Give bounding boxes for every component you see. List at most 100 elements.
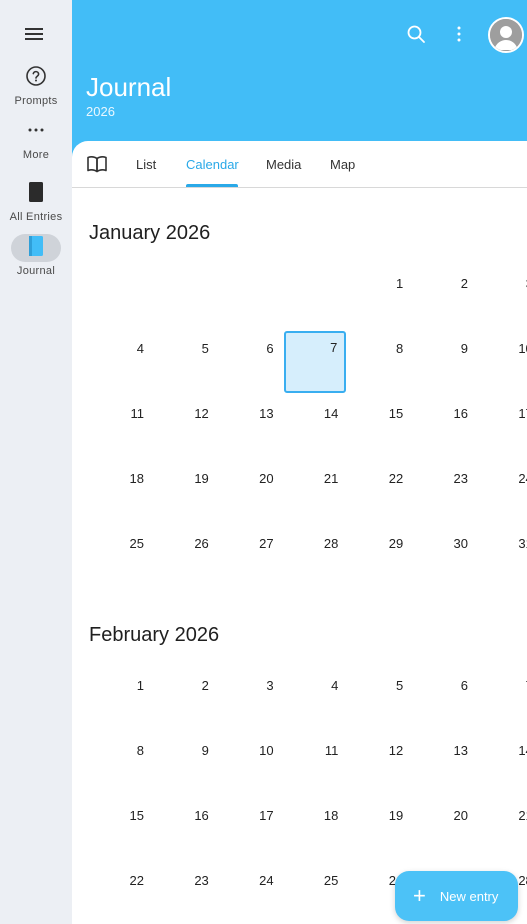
day-number: 31 — [518, 536, 527, 551]
day-cell[interactable]: 27 — [220, 526, 280, 586]
day-cell[interactable]: 16 — [414, 396, 474, 456]
day-number: 14 — [323, 406, 339, 421]
day-number: 11 — [324, 743, 339, 758]
day-cell[interactable]: 10 — [220, 733, 280, 793]
day-cell[interactable]: 4 — [90, 331, 150, 391]
day-number: 22 — [388, 471, 404, 486]
day-number: 22 — [129, 873, 144, 888]
day-cell[interactable]: 5 — [155, 331, 215, 391]
day-number: 16 — [194, 808, 209, 823]
menu-icon[interactable] — [24, 24, 44, 44]
calendar-grid: 1234567891011121314151617181920212223242… — [90, 266, 527, 591]
day-cell[interactable]: 23 — [155, 863, 215, 923]
navigation-rail: Prompts More All Entries Journal — [0, 0, 72, 924]
day-cell[interactable]: 11 — [284, 733, 344, 793]
rail-item-label: Journal — [16, 265, 56, 277]
day-cell[interactable]: 2 — [414, 266, 474, 326]
rail-item-more[interactable]: More — [0, 118, 72, 161]
day-cell[interactable]: 13 — [414, 733, 474, 793]
day-cell[interactable]: 21 — [479, 798, 527, 858]
day-cell[interactable]: 3 — [479, 266, 527, 326]
day-cell[interactable]: 1 — [349, 266, 409, 326]
day-cell[interactable]: 1 — [90, 668, 150, 728]
day-cell[interactable]: 25 — [90, 526, 150, 586]
day-cell[interactable]: 30 — [414, 526, 474, 586]
avatar[interactable] — [488, 17, 524, 53]
day-cell[interactable]: 26 — [155, 526, 215, 586]
day-cell[interactable]: 14 — [479, 733, 527, 793]
tab-calendar[interactable]: Calendar — [186, 157, 239, 172]
day-cell[interactable]: 24 — [220, 863, 280, 923]
day-cell[interactable]: 6 — [220, 331, 280, 391]
day-number: 26 — [194, 536, 209, 551]
journal-header: Journal 2026 — [72, 0, 527, 160]
day-number: 25 — [129, 536, 144, 551]
day-cell[interactable]: 19 — [349, 798, 409, 858]
day-cell[interactable]: 16 — [155, 798, 215, 858]
day-number: 8 — [395, 341, 404, 356]
day-cell[interactable]: 3 — [220, 668, 280, 728]
plus-icon: + — [413, 883, 426, 908]
tab-indicator — [186, 184, 238, 187]
day-number: 13 — [453, 743, 468, 758]
day-cell[interactable]: 21 — [284, 461, 344, 521]
day-cell[interactable]: 8 — [349, 331, 409, 391]
day-cell[interactable]: 15 — [90, 798, 150, 858]
day-cell[interactable]: 13 — [220, 396, 280, 456]
rail-item-all-entries[interactable]: All Entries — [0, 180, 72, 223]
day-cell[interactable]: 22 — [349, 461, 409, 521]
day-cell[interactable]: 8 — [90, 733, 150, 793]
day-cell-today[interactable]: 7 — [284, 331, 347, 393]
day-cell[interactable]: 25 — [284, 863, 344, 923]
day-cell[interactable]: 17 — [479, 396, 527, 456]
rail-item-journal[interactable]: Journal — [0, 234, 72, 277]
day-cell[interactable]: 9 — [155, 733, 215, 793]
rail-item-prompts[interactable]: Prompts — [0, 64, 72, 107]
day-cell[interactable]: 22 — [90, 863, 150, 923]
day-cell[interactable]: 18 — [284, 798, 344, 858]
day-number: 10 — [259, 743, 274, 758]
page-title: Journal — [86, 72, 172, 102]
day-cell[interactable]: 6 — [414, 668, 474, 728]
day-cell[interactable]: 18 — [90, 461, 150, 521]
day-cell[interactable]: 20 — [220, 461, 280, 521]
book-open-icon[interactable] — [86, 153, 108, 175]
day-cell[interactable]: 29 — [349, 526, 409, 586]
tab-media[interactable]: Media — [266, 157, 301, 172]
day-cell[interactable]: 12 — [349, 733, 409, 793]
new-entry-button[interactable]: + New entry — [395, 871, 518, 921]
day-cell[interactable]: 17 — [220, 798, 280, 858]
week-row: 1 2 3 4 5 67 — [90, 668, 527, 733]
day-number: 12 — [388, 743, 404, 758]
day-number: 13 — [259, 406, 274, 421]
more-vertical-icon[interactable] — [447, 22, 471, 46]
tab-map[interactable]: Map — [330, 157, 355, 172]
day-cell[interactable]: 31 — [479, 526, 527, 586]
day-cell[interactable]: 24 — [479, 461, 527, 521]
day-cell[interactable]: 4 — [284, 668, 344, 728]
day-cell[interactable]: 2 — [155, 668, 215, 728]
day-cell[interactable]: 7 — [479, 668, 527, 728]
day-number: 6 — [460, 678, 468, 693]
day-cell[interactable]: 19 — [155, 461, 215, 521]
day-number: 2 — [460, 276, 468, 291]
day-cell[interactable]: 11 — [90, 396, 150, 456]
day-number: 20 — [453, 808, 468, 823]
day-number: 17 — [259, 808, 274, 823]
day-cell[interactable]: 28 — [284, 526, 344, 586]
day-cell[interactable]: 12 — [155, 396, 215, 456]
day-cell[interactable]: 20 — [414, 798, 474, 858]
day-number: 28 — [323, 536, 339, 551]
day-cell[interactable]: 9 — [414, 331, 474, 391]
day-cell[interactable]: 14 — [284, 396, 344, 456]
day-number: 24 — [518, 471, 527, 486]
day-cell[interactable]: 23 — [414, 461, 474, 521]
search-icon[interactable] — [404, 22, 428, 46]
day-cell[interactable]: 5 — [349, 668, 409, 728]
tab-list[interactable]: List — [136, 157, 156, 172]
day-number: 15 — [388, 406, 404, 421]
day-cell[interactable]: 15 — [349, 396, 409, 456]
day-cell[interactable]: 10 — [479, 331, 527, 391]
more-horizontal-icon — [25, 119, 47, 146]
week-row: 18 19 20 21 22 23 24 — [90, 461, 527, 526]
